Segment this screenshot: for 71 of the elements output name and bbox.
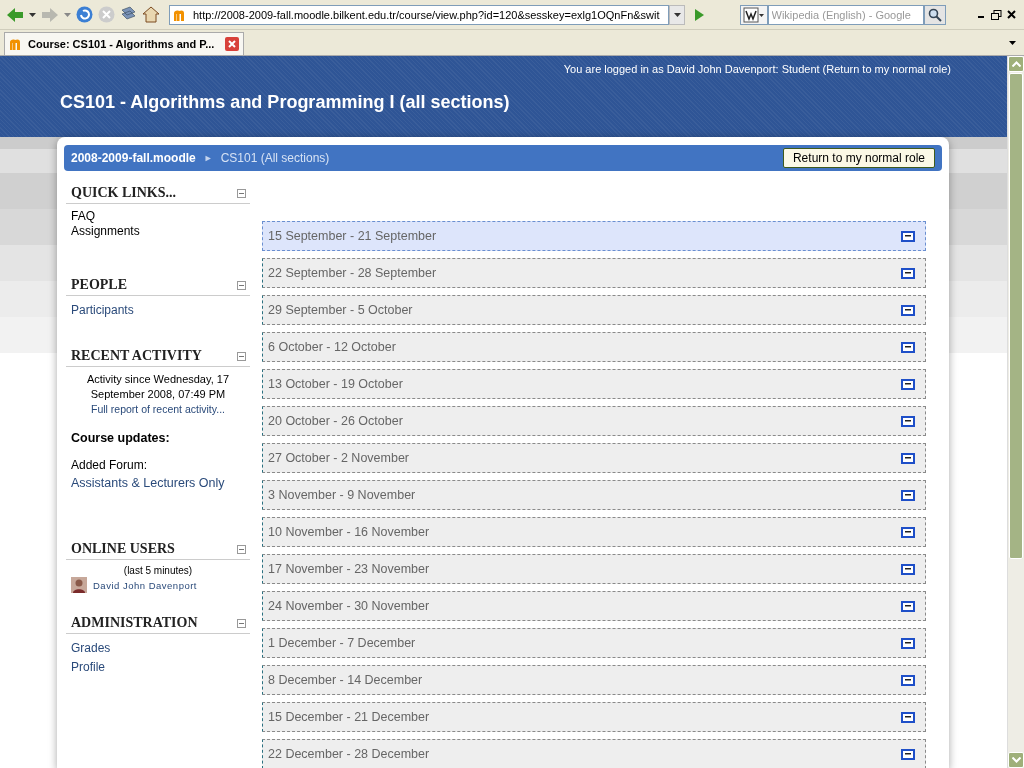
search-engine-button[interactable] (739, 4, 768, 25)
login-info: You are logged in as David John Davenport: Student (Return to my normal role) (562, 63, 951, 75)
collapse-icon[interactable] (901, 452, 915, 464)
collapse-icon[interactable] (901, 674, 915, 686)
time-note: (last 5 minutes) (122, 565, 194, 576)
collapse-icon[interactable] (901, 341, 915, 353)
dropdown-icon[interactable] (29, 12, 36, 17)
week-title: 29 September - 5 October (268, 303, 413, 317)
week-title: 15 December - 21 December (268, 710, 430, 724)
block-link[interactable]: Grades (66, 639, 250, 658)
week-title: 22 September - 28 September (268, 266, 437, 280)
week-title: 1 December - 7 December (268, 636, 416, 650)
collapse-icon[interactable] (901, 600, 915, 612)
report-link[interactable]: Full report of recent activity... (91, 403, 225, 415)
block-title: ONLINE USERS (71, 541, 175, 557)
collapse-icon[interactable] (901, 230, 915, 242)
back-icon[interactable] (6, 6, 24, 23)
home-icon[interactable] (142, 6, 160, 23)
collapse-icon[interactable] (901, 415, 915, 427)
block-title: PEOPLE (71, 277, 127, 293)
collapse-icon[interactable] (901, 637, 915, 649)
week-title: 8 December - 14 December (268, 673, 423, 687)
close-icon[interactable] (1007, 10, 1016, 19)
block-link[interactable]: Participants (66, 301, 250, 320)
week-title: 27 October - 2 November (268, 451, 410, 465)
block-title: QUICK LINKS... (71, 185, 177, 201)
collapse-icon[interactable] (901, 748, 915, 760)
collapse-icon[interactable] (901, 489, 915, 501)
collapse-icon[interactable] (901, 378, 915, 390)
activity-since: Activity since Wednesday, 17 September 2008, 07:49 PM (85, 372, 231, 402)
search-field[interactable]: Wikipedia (English) - Google (767, 4, 924, 25)
user-link[interactable]: David John Davenport (93, 579, 197, 591)
collapse-icon[interactable] (901, 711, 915, 723)
updates-heading: Course updates: (70, 431, 171, 445)
separator-icon: ► (203, 153, 213, 163)
restore-icon[interactable] (991, 9, 1002, 20)
block-title: ADMINISTRATION (71, 615, 198, 631)
avatar-icon (71, 577, 87, 593)
collapse-icon[interactable] (901, 267, 915, 279)
browser-tab[interactable]: Course: CS101 - Algorithms and P... (4, 32, 244, 55)
refresh-icon[interactable] (76, 6, 93, 23)
breadcrumb-current: CS101 (All sections) (220, 151, 330, 165)
scroll-thumb[interactable] (1009, 73, 1023, 559)
collapse-icon[interactable] (901, 563, 915, 575)
dropdown-button[interactable] (669, 4, 685, 25)
block-title: RECENT ACTIVITY (71, 348, 202, 364)
block-link[interactable]: FAQ (66, 209, 250, 224)
block-link[interactable]: Profile (66, 658, 250, 677)
collapse-icon[interactable] (901, 304, 915, 316)
week-title: 10 November - 16 November (268, 525, 430, 539)
search-button[interactable] (923, 4, 946, 25)
close-tab-icon[interactable] (225, 37, 239, 51)
caret-icon[interactable] (673, 12, 681, 17)
collapse-icon[interactable] (901, 526, 915, 538)
address-field[interactable]: http://2008-2009-fall.moodle.bilkent.edu.tr/course/view.php?id=120&sesskey=exlg1OQnFn&swit (169, 4, 669, 25)
week-title: 20 October - 26 October (268, 414, 403, 428)
scrollbar[interactable] (1007, 56, 1024, 768)
forum-link[interactable]: Assistants & Lecturers Only (66, 474, 250, 493)
update-text: Added Forum: (70, 457, 149, 474)
week-title: 17 November - 23 November (268, 562, 430, 576)
week-title: 24 November - 30 November (268, 599, 430, 613)
caret-icon[interactable] (1008, 41, 1016, 45)
breadcrumb-link[interactable]: 2008-2009-fall.moodle (71, 151, 196, 165)
week-title: 3 November - 9 November (268, 488, 416, 502)
return-role-button[interactable]: Return to my normal role (782, 148, 935, 168)
week-title: 13 October - 19 October (268, 377, 403, 391)
block-link[interactable]: Assignments (66, 224, 250, 239)
course-title: CS101 - Algorithms and Programming I (all sections) (60, 92, 511, 113)
week-title: 6 October - 12 October (268, 340, 396, 354)
week-title: 22 December - 28 December (268, 747, 430, 761)
week-title: 15 September - 21 September (268, 229, 437, 243)
